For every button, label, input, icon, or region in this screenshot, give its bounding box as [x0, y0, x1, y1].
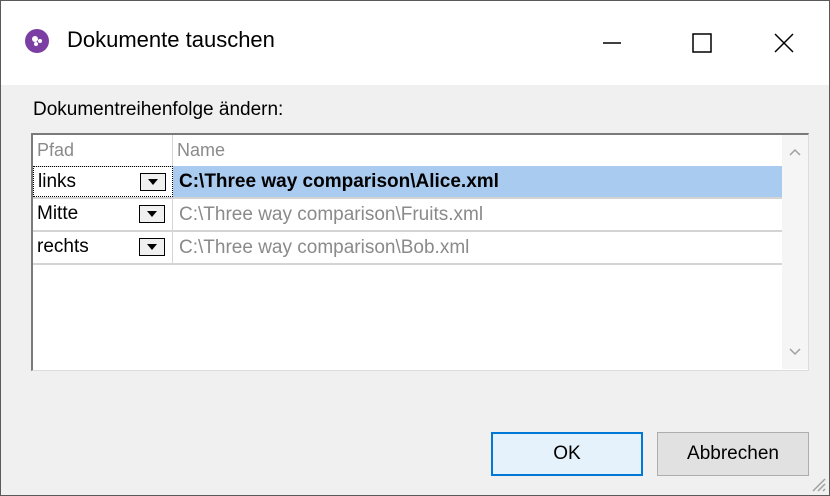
cancel-button[interactable]: Abbrechen [657, 432, 809, 476]
minimize-icon [603, 42, 621, 44]
close-button[interactable] [739, 1, 829, 85]
pfad-dropdown-button[interactable] [139, 238, 165, 256]
chevron-down-icon [148, 179, 158, 185]
ok-button[interactable]: OK [491, 432, 643, 476]
chevron-down-icon [147, 244, 157, 250]
list-header: Pfad Name [33, 135, 783, 167]
pfad-cell[interactable]: links [33, 166, 173, 197]
pfad-dropdown-button[interactable] [139, 205, 165, 223]
app-logo-icon [25, 29, 49, 53]
document-order-list[interactable]: Pfad Name links C:\Three way comparison\… [31, 133, 809, 371]
list-row[interactable]: links C:\Three way comparison\Alice.xml [33, 166, 783, 199]
minimize-button[interactable] [567, 1, 657, 85]
scroll-up-button[interactable] [782, 139, 808, 165]
pfad-cell[interactable]: rechts [33, 232, 173, 263]
column-header-name[interactable]: Name [173, 135, 783, 166]
name-cell[interactable]: C:\Three way comparison\Fruits.xml [173, 199, 783, 230]
pfad-dropdown-button[interactable] [140, 173, 166, 191]
title-bar: Dokumente tauschen [1, 1, 829, 85]
pfad-value: rechts [37, 236, 89, 257]
name-cell[interactable]: C:\Three way comparison\Alice.xml [173, 166, 783, 197]
section-label: Dokumentreihenfolge ändern: [33, 99, 284, 120]
close-icon [774, 33, 794, 53]
pfad-value: links [38, 171, 77, 192]
pfad-value: Mitte [37, 203, 79, 224]
dialog-window: Dokumente tauschen Dokumentreihenfolge ä… [0, 0, 830, 496]
vertical-scrollbar[interactable] [782, 135, 808, 369]
scroll-up-icon [789, 148, 801, 156]
name-cell[interactable]: C:\Three way comparison\Bob.xml [173, 232, 783, 263]
maximize-icon [692, 33, 712, 53]
list-row[interactable]: Mitte C:\Three way comparison\Fruits.xml [33, 199, 783, 232]
scroll-down-icon [789, 348, 801, 356]
chevron-down-icon [147, 211, 157, 217]
resize-grip-icon[interactable] [809, 475, 827, 493]
maximize-button[interactable] [657, 1, 747, 85]
column-header-pfad[interactable]: Pfad [33, 135, 173, 166]
pfad-cell[interactable]: Mitte [33, 199, 173, 230]
list-row[interactable]: rechts C:\Three way comparison\Bob.xml [33, 232, 783, 265]
window-title: Dokumente tauschen [67, 27, 275, 52]
scroll-down-button[interactable] [782, 339, 808, 365]
